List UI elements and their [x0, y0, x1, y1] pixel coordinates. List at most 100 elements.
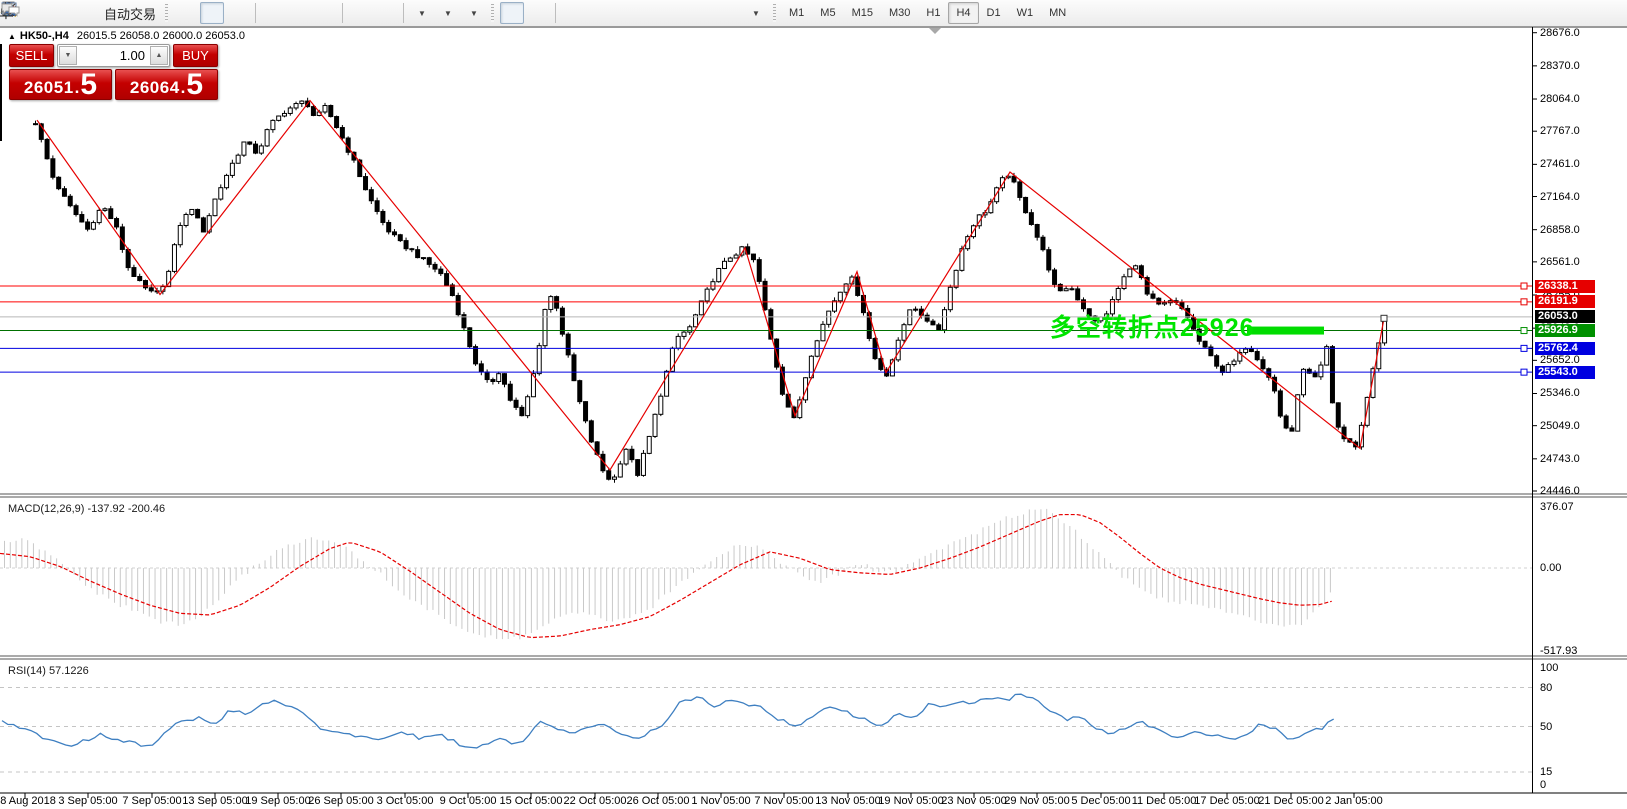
autotrade-label: 自动交易 [104, 6, 157, 22]
price-level-badge: 26191.9 [1535, 295, 1595, 309]
rsi-axis-label: 80 [1540, 681, 1553, 694]
crosshair-tool[interactable] [2, 2, 550, 24]
mt4-window: 单 自动交易 [0, 0, 1627, 809]
autotrade-button[interactable]: 自动交易 [1, 2, 159, 24]
fibonacci-tool[interactable]: F [2, 2, 689, 24]
rsi-name: RSI(14) [8, 665, 46, 677]
chart-shift-icon[interactable] [2, 2, 398, 24]
dropdown-caret: ▼ [418, 8, 426, 18]
pivot-annotation-text: 多空转折点25926 [1050, 314, 1255, 342]
macd-axis-label: -517.93 [1540, 645, 1578, 657]
price-tick-label: 27461.0 [1540, 158, 1580, 171]
community-user-icon[interactable] [2, 2, 70, 24]
sell-price-button[interactable]: 26051. 5 [9, 69, 112, 100]
rsi-axis-label: 15 [1540, 766, 1553, 778]
rsi-axis-label: 100 [1540, 662, 1559, 674]
bar-chart-icon[interactable] [2, 2, 198, 24]
price-tick-label: 27164.0 [1540, 190, 1580, 203]
price-tick-label: 26858.0 [1540, 223, 1580, 236]
trendline-tool[interactable] [2, 2, 637, 24]
one-click-trade-panel: SELL ▼ 1.00 ▲ BUY 26051. 5 26064. 5 [9, 44, 218, 100]
chart-plot-area[interactable]: ▲ HK50-,H4 26015.5 26058.0 26000.0 26053.0… [0, 26, 1627, 809]
text-label-tool[interactable]: T [2, 2, 741, 24]
price-tick-label: 28064.0 [1540, 93, 1580, 106]
chat-icon[interactable] [1, 2, 1619, 24]
price-tick-label: 25049.0 [1540, 419, 1580, 432]
price-level-badge: 25543.0 [1535, 365, 1595, 379]
price-tick-label: 25346.0 [1540, 387, 1580, 400]
buy-price-frac: 5 [186, 68, 204, 101]
sell-button[interactable]: SELL [9, 44, 54, 67]
tf-w1[interactable]: W1 [1009, 2, 1042, 24]
price-level-badge: 25926.9 [1535, 324, 1595, 338]
tf-m1[interactable]: M1 [781, 2, 812, 24]
macd-name: MACD(12,26,9) [8, 503, 85, 515]
sell-price-main: 26051 [23, 78, 74, 97]
tf-m15[interactable]: M15 [844, 2, 881, 24]
macd-values: -137.92 -200.46 [87, 503, 166, 515]
search-icon[interactable] [2, 2, 1593, 24]
volume-input[interactable]: 1.00 [78, 45, 149, 66]
volume-control: ▼ 1.00 ▲ [57, 44, 170, 67]
signals-icon[interactable] [2, 2, 96, 24]
buy-price-main: 26064 [129, 78, 180, 97]
price-tick-label: 25652.0 [1540, 354, 1580, 367]
ohlc-values: 26015.5 26058.0 26000.0 26053.0 [76, 30, 246, 42]
price-tick-label: 28676.0 [1540, 26, 1580, 39]
tf-m5[interactable]: M5 [812, 2, 843, 24]
tf-h4[interactable]: H4 [948, 2, 979, 24]
cursor-tool[interactable] [5, 2, 525, 24]
chart-canvas [0, 26, 1627, 798]
price-tick-label: 24446.0 [1540, 485, 1580, 497]
dropdown-caret: ▼ [444, 8, 452, 18]
dropdown-caret: ▼ [752, 8, 760, 18]
market-gold-icon[interactable] [0, 2, 44, 24]
candlestick-chart-icon[interactable] [3, 2, 225, 24]
volume-decrease-button[interactable]: ▼ [59, 46, 77, 65]
toolbar-separator [555, 3, 557, 23]
rsi-indicator-label: RSI(14) 57.1226 [8, 665, 89, 677]
chart-title: ▲ HK50-,H4 26015.5 26058.0 26000.0 26053.0 [8, 30, 245, 42]
date-label: 2 Jan 05:00 [1325, 795, 1383, 807]
zoom-in-icon[interactable] [2, 2, 285, 24]
tf-d1[interactable]: D1 [979, 2, 1009, 24]
buy-price-button[interactable]: 26064. 5 [115, 69, 218, 100]
sell-label: SELL [15, 48, 48, 63]
arrows-tool[interactable]: ▼ [3, 2, 767, 24]
symbol-period: HK50-,H4 [19, 30, 69, 42]
tile-windows-icon[interactable] [2, 2, 337, 24]
new-chart-button[interactable]: ▼ [2, 1, 433, 24]
toolbar-separator [342, 3, 344, 23]
price-level-badge: 26053.0 [1535, 310, 1595, 324]
macd-axis-label: 0.00 [1540, 562, 1562, 574]
indicators-template-button[interactable]: ▼ [1, 2, 485, 24]
price-tick-label: 27767.0 [1540, 125, 1580, 138]
sell-price-frac: 5 [80, 68, 98, 101]
price-level-badge: 26338.1 [1535, 279, 1595, 293]
tf-mn[interactable]: MN [1041, 2, 1074, 24]
text-tool[interactable]: A [5, 2, 715, 24]
equidistant-channel-tool[interactable]: E [1, 2, 663, 24]
horizontal-line-tool[interactable] [2, 2, 611, 24]
tf-h1[interactable]: H1 [918, 2, 948, 24]
toolbar-grip [773, 4, 777, 22]
zoom-out-icon[interactable] [2, 2, 311, 24]
macd-axis-label: 376.07 [1540, 501, 1574, 514]
sell-price-dot: . [74, 78, 80, 97]
vertical-line-tool[interactable] [8, 2, 585, 24]
macd-indicator-label: MACD(12,26,9) -137.92 -200.46 [8, 503, 165, 515]
rsi-value: 57.1226 [48, 665, 89, 677]
tf-m30[interactable]: M30 [881, 2, 918, 24]
toolbar-separator [255, 3, 257, 23]
periods-clock-button[interactable]: ▼ [2, 2, 459, 24]
line-chart-icon[interactable] [1, 2, 250, 24]
buy-button[interactable]: BUY [173, 44, 218, 67]
rsi-axis-label: 0 [1540, 779, 1547, 791]
window-edge [0, 44, 2, 141]
buy-price-dot: . [180, 78, 186, 97]
volume-increase-button[interactable]: ▲ [150, 46, 168, 65]
collapse-arrow-icon[interactable]: ▲ [8, 32, 16, 41]
auto-scroll-icon[interactable] [2, 2, 372, 24]
price-tick-label: 28370.0 [1540, 59, 1580, 72]
price-tick-label: 26561.0 [1540, 255, 1580, 268]
